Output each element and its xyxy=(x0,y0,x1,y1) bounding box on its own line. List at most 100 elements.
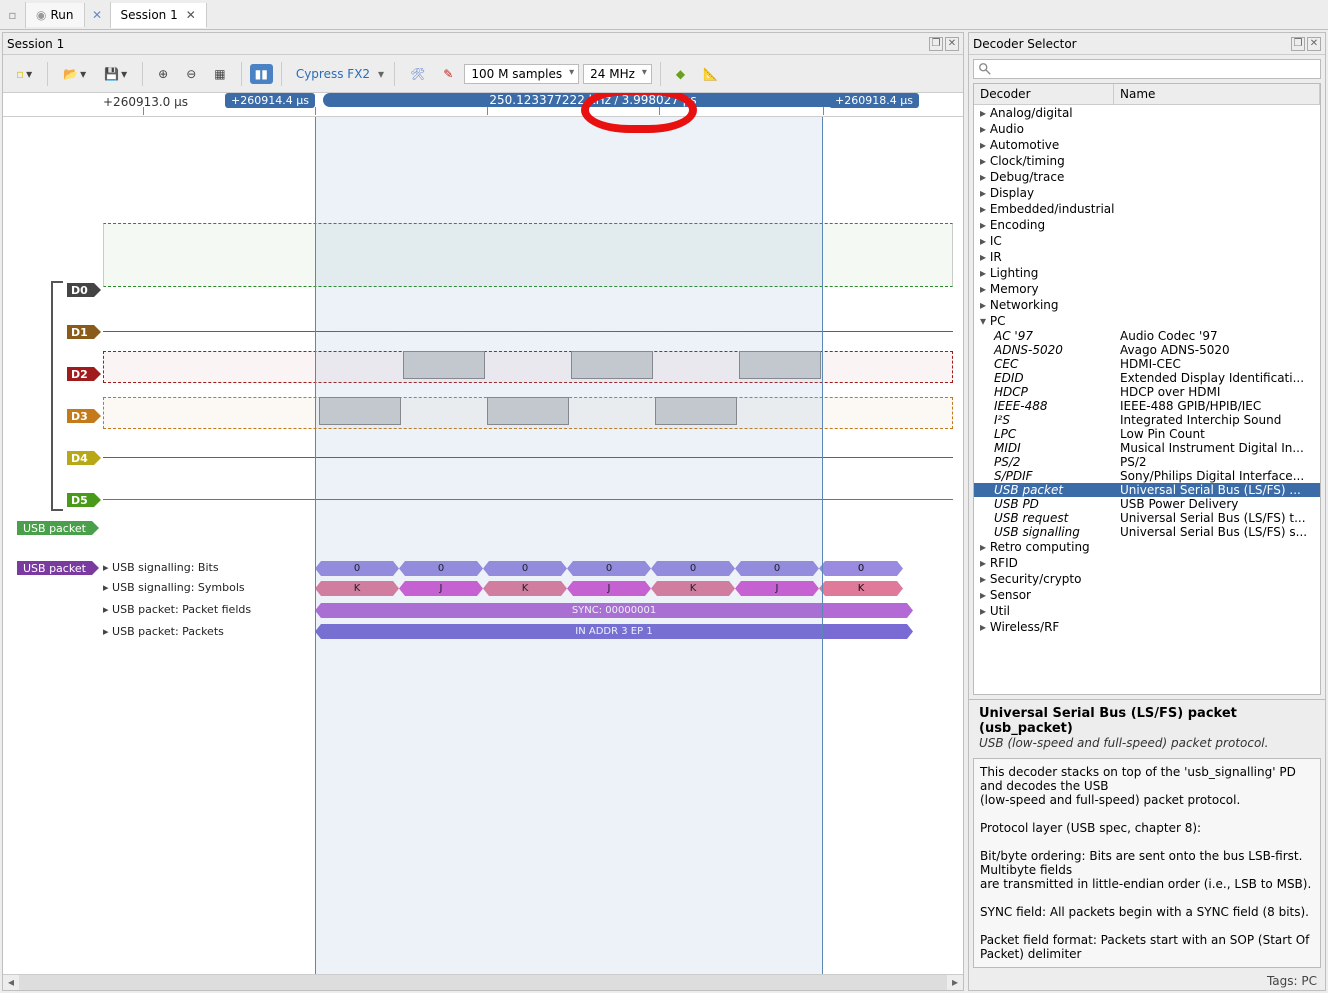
session-title: Session 1 xyxy=(7,37,64,51)
tab-newdoc-icon[interactable]: ▫ xyxy=(0,2,26,28)
decoder-category[interactable]: Retro computing xyxy=(974,539,1320,555)
channel-label-d0[interactable]: D0 xyxy=(67,283,94,297)
decoder-category[interactable]: PC xyxy=(974,313,1320,329)
decoder-item[interactable]: HDCPHDCP over HDMI xyxy=(974,385,1320,399)
symbol-segment: K xyxy=(819,581,903,596)
decoder-category[interactable]: Audio xyxy=(974,121,1320,137)
decoder-category[interactable]: Sensor xyxy=(974,587,1320,603)
decoder-selector-title: Decoder Selector xyxy=(973,37,1077,51)
decoder-category[interactable]: Lighting xyxy=(974,265,1320,281)
search-icon xyxy=(978,62,992,76)
channel-group-bracket xyxy=(51,281,63,511)
device-select[interactable]: Cypress FX2 xyxy=(290,67,386,81)
decoder-category[interactable]: Debug/trace xyxy=(974,169,1320,185)
config-icon[interactable]: 🛠 xyxy=(403,63,432,85)
decoder-detail-subtitle: USB (low-speed and full-speed) packet pr… xyxy=(979,736,1315,750)
decoder-tag-usb1[interactable]: USB packet xyxy=(17,521,92,535)
cursor-freq: 250.123377222 kHz xyxy=(489,93,611,107)
decoder-category[interactable]: Encoding xyxy=(974,217,1320,233)
cursor-left-flag[interactable]: +260914.4 µs xyxy=(225,93,315,108)
search-field[interactable] xyxy=(996,62,1316,76)
add-math-button[interactable]: 📐 xyxy=(696,63,725,85)
decoder-category[interactable]: RFID xyxy=(974,555,1320,571)
decoder-item[interactable]: S/PDIFSony/Philips Digital Interface... xyxy=(974,469,1320,483)
selection-region[interactable] xyxy=(315,117,823,974)
decoder-category[interactable]: Analog/digital xyxy=(974,105,1320,121)
decoder-category[interactable]: Clock/timing xyxy=(974,153,1320,169)
decoder-row-symbols[interactable]: USB signalling: Symbols xyxy=(103,581,245,594)
open-button[interactable]: 📂▾ xyxy=(56,63,93,85)
decoder-item[interactable]: IEEE-488IEEE-488 GPIB/HPIB/IEC xyxy=(974,399,1320,413)
decoder-row-packets[interactable]: USB packet: Packets xyxy=(103,625,224,638)
decoder-item[interactable]: ADNS-5020Avago ADNS-5020 xyxy=(974,343,1320,357)
channel-label-d4[interactable]: D4 xyxy=(67,451,94,465)
decoder-item[interactable]: USB requestUniversal Serial Bus (LS/FS) … xyxy=(974,511,1320,525)
tab-session[interactable]: Session 1 ✕ xyxy=(111,3,207,28)
decoder-search-input[interactable] xyxy=(973,59,1321,79)
decoder-category[interactable]: Security/crypto xyxy=(974,571,1320,587)
decoder-item[interactable]: USB PDUSB Power Delivery xyxy=(974,497,1320,511)
decoder-selector-pane: Decoder Selector ❐ ✕ Decoder Name Analog… xyxy=(968,32,1326,991)
cursors-button[interactable]: ▮▮ xyxy=(250,64,273,84)
decoder-category[interactable]: Automotive xyxy=(974,137,1320,153)
add-decoder-button[interactable]: ◆ xyxy=(669,63,692,85)
decoder-row-fields[interactable]: USB packet: Packet fields xyxy=(103,603,251,616)
run-dot-icon: ◉ xyxy=(36,8,46,22)
decoder-category[interactable]: Memory xyxy=(974,281,1320,297)
cursor-right-flag[interactable]: +260918.4 µs xyxy=(829,93,919,108)
tab-run[interactable]: ◉ Run xyxy=(26,3,85,27)
channel-label-d3[interactable]: D3 xyxy=(67,409,94,423)
decoder-category[interactable]: Wireless/RF xyxy=(974,619,1320,635)
cursor-range-band[interactable]: 250.123377222 kHz / 3.998027 µs xyxy=(323,93,863,107)
cursor-duration: 3.998027 µs xyxy=(622,93,697,107)
decoder-item[interactable]: LPCLow Pin Count xyxy=(974,427,1320,441)
session-titlebar: Session 1 ❐ ✕ xyxy=(3,33,963,55)
rate-select[interactable]: 24 MHz xyxy=(583,64,652,84)
samples-select[interactable]: 100 M samples xyxy=(464,64,579,84)
decoder-category[interactable]: Networking xyxy=(974,297,1320,313)
channel-label-d1[interactable]: D1 xyxy=(67,325,94,339)
decoder-item[interactable]: MIDIMusical Instrument Digital In... xyxy=(974,441,1320,455)
decoder-item[interactable]: CECHDMI-CEC xyxy=(974,357,1320,371)
new-session-button[interactable]: ▫▾ xyxy=(9,63,39,85)
decoder-category[interactable]: Embedded/industrial xyxy=(974,201,1320,217)
decoder-detail-description[interactable]: This decoder stacks on top of the 'usb_s… xyxy=(973,758,1321,968)
col-name[interactable]: Name xyxy=(1114,84,1320,104)
decoder-item[interactable]: AC '97Audio Codec '97 xyxy=(974,329,1320,343)
save-button[interactable]: 💾▾ xyxy=(97,63,134,85)
decoder-item[interactable]: I²SIntegrated Interchip Sound xyxy=(974,413,1320,427)
trace-canvas[interactable]: +260913.0 µs +260914.4 µs 250.123377222 … xyxy=(3,93,963,974)
decoder-category[interactable]: IC xyxy=(974,233,1320,249)
close-icon[interactable]: ✕ xyxy=(945,37,959,51)
tab-tools-icon[interactable]: ✕ xyxy=(85,2,111,28)
tab-session-label: Session 1 xyxy=(121,8,178,22)
zoom-in-button[interactable]: ⊕ xyxy=(151,63,175,85)
channel-label-d5[interactable]: D5 xyxy=(67,493,94,507)
decoder-item[interactable]: USB signallingUniversal Serial Bus (LS/F… xyxy=(974,525,1320,539)
decoder-category[interactable]: Util xyxy=(974,603,1320,619)
close-icon[interactable]: ✕ xyxy=(1307,37,1321,51)
restore-icon[interactable]: ❐ xyxy=(1291,37,1305,51)
channel-label-d2[interactable]: D2 xyxy=(67,367,94,381)
zoom-fit-button[interactable]: ▦ xyxy=(207,63,232,85)
tab-run-label: Run xyxy=(50,8,73,22)
decoder-tag-usb2[interactable]: USB packet xyxy=(17,561,92,575)
col-decoder[interactable]: Decoder xyxy=(974,84,1114,104)
bit-segment: 0 xyxy=(819,561,903,576)
decoder-tree[interactable]: Decoder Name Analog/digitalAudioAutomoti… xyxy=(973,83,1321,695)
zoom-out-button[interactable]: ⊖ xyxy=(179,63,203,85)
session-pane: Session 1 ❐ ✕ ▫▾ 📂▾ 💾▾ ⊕ ⊖ ▦ ▮▮ Cypress … xyxy=(2,32,964,991)
decoder-item[interactable]: USB packetUniversal Serial Bus (LS/FS) .… xyxy=(974,483,1320,497)
close-icon[interactable]: ✕ xyxy=(186,8,196,22)
session-toolbar: ▫▾ 📂▾ 💾▾ ⊕ ⊖ ▦ ▮▮ Cypress FX2 🛠 ✎ 100 M … xyxy=(3,55,963,93)
decoder-row-bits[interactable]: USB signalling: Bits xyxy=(103,561,219,574)
decoder-category[interactable]: Display xyxy=(974,185,1320,201)
decoder-tags: Tags: PC xyxy=(969,972,1325,990)
decoder-item[interactable]: PS/2PS/2 xyxy=(974,455,1320,469)
restore-icon[interactable]: ❐ xyxy=(929,37,943,51)
horizontal-scrollbar[interactable]: ◂▸ xyxy=(3,974,963,990)
decoder-item[interactable]: EDIDExtended Display Identificati... xyxy=(974,371,1320,385)
decoder-detail-title: Universal Serial Bus (LS/FS) packet (usb… xyxy=(979,706,1315,736)
probe-icon[interactable]: ✎ xyxy=(436,63,460,85)
decoder-category[interactable]: IR xyxy=(974,249,1320,265)
